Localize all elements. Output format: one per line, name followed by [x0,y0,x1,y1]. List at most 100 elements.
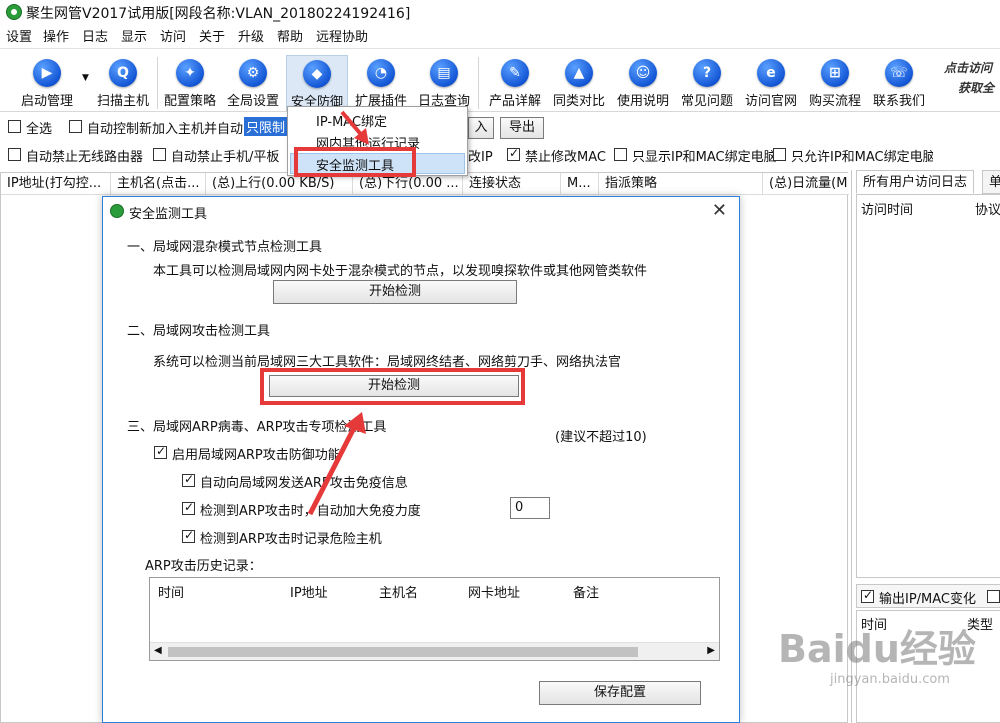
scroll-left-icon[interactable]: ◀ [154,645,162,656]
col-access-time[interactable]: 访问时间 [861,199,913,218]
tab-single[interactable]: 单 [982,170,1000,194]
extensions-button[interactable]: ◔ 扩展插件 [350,55,412,111]
promisc-detect-button[interactable]: 开始检测 [273,280,517,304]
bottom-options: 输出IP/MAC变化 [856,584,1000,608]
col-mac[interactable]: M... [561,173,599,195]
global-settings-button[interactable]: ⚙ 全局设置 [223,55,283,111]
log-query-button[interactable]: ▤ 日志查询 [414,55,474,111]
start-manage-button[interactable]: ▶ 启动管理 [12,55,82,111]
config-policy-label: 配置策略 [163,94,216,109]
col-daily-traffic[interactable]: (总)日流量(M [763,173,849,195]
col-policy[interactable]: 指派策略 [599,173,763,195]
output-ip-mac-checkbox[interactable] [861,588,874,603]
purchase-label: 购买流程 [808,94,861,109]
security-defense-button[interactable]: ◆ 安全防御 [286,55,348,111]
host-list-header: IP地址(打勾控... 主机名(点击... (总)上行(0.00 KB/S) (… [1,173,849,195]
col-protocol[interactable]: 协议 [975,199,1000,218]
global-settings-label: 全局设置 [226,94,279,109]
product-details-label: 产品详解 [488,94,541,109]
menu-operations[interactable]: 操作 [43,26,69,45]
record-host-checkbox[interactable] [182,528,195,543]
menu-settings[interactable]: 设置 [6,26,32,45]
scan-hosts-button[interactable]: Q 扫描主机 [92,55,154,111]
col-hostname[interactable]: 主机名(点击... [111,173,206,195]
access-log-list[interactable]: 访问时间 协议 [856,194,1000,578]
toolbar-divider [157,57,158,109]
contact-label: 联系我们 [872,94,925,109]
menu-remote-assist[interactable]: 远程协助 [316,26,368,45]
purchase-button[interactable]: ⊞ 购买流程 [804,55,866,111]
tab-all-access-log[interactable]: 所有用户访问日志 [856,170,975,194]
boost-value-input[interactable]: 0 [510,497,550,519]
history-label: ARP攻击历史记录： [145,559,262,574]
record-host-label: 检测到ARP攻击时记录危险主机 [200,532,382,547]
col-history-time[interactable]: 时间 [158,582,184,601]
browser-icon: e [757,59,785,87]
window-title: 聚生网管V2017试用版[网段名称:VLAN_20180224192416] [26,6,411,22]
enable-arp-defense-checkbox[interactable] [154,444,167,459]
dialog-app-icon [110,204,124,218]
product-details-button[interactable]: ✎ 产品详解 [484,55,546,111]
pen-icon: ✎ [501,59,529,87]
shield-icon: ◆ [303,60,331,88]
allow-bound-checkbox[interactable] [773,148,786,161]
menu-bar: 设置 操作 日志 显示 访问 关于 升级 帮助 远程协助 [0,24,1000,46]
export-button[interactable]: 导出 [500,117,544,139]
col-history-note[interactable]: 备注 [573,582,599,601]
show-bound-checkbox[interactable] [614,148,627,161]
red-arrow-menu [340,110,369,145]
menu-access[interactable]: 访问 [160,26,186,45]
contact-button[interactable]: ☏ 联系我们 [868,55,930,111]
limit-select[interactable]: 只限制 [244,117,288,136]
scan-hosts-label: 扫描主机 [96,94,149,109]
scroll-thumb[interactable] [168,647,638,657]
history-scrollbar[interactable]: ◀ ▶ [150,642,719,660]
menu-help[interactable]: 帮助 [277,26,303,45]
col-ip[interactable]: IP地址(打勾控... [1,173,111,195]
phone-icon: ☏ [885,59,913,87]
watermark-url: jingyan.baidu.com [830,672,950,687]
menu-log[interactable]: 日志 [82,26,108,45]
auto-control-label: 自动控制新加入主机并自动 [87,122,244,137]
dialog-title: 安全监测工具 [129,207,208,222]
extra-option-checkbox[interactable] [987,590,1000,603]
promo-banner[interactable]: 点击访问 获取全 [944,58,1000,106]
close-icon[interactable]: ✕ [712,200,727,221]
auto-boost-checkbox[interactable] [182,500,195,515]
graduation-cap-icon: ▲ [565,59,593,87]
policy-icon: ✦ [176,59,204,87]
block-mac-label: 禁止修改MAC [525,150,606,165]
menu-upgrade[interactable]: 升级 [238,26,264,45]
menu-display[interactable]: 显示 [121,26,147,45]
auto-control-checkbox[interactable] [69,120,82,133]
faq-button[interactable]: ? 常见问题 [676,55,738,111]
col-history-hostname[interactable]: 主机名 [379,582,418,601]
compare-button[interactable]: ▲ 同类对比 [548,55,610,111]
block-mac-checkbox[interactable] [507,146,520,161]
menu-about[interactable]: 关于 [199,26,225,45]
import-button[interactable]: 入 [468,117,494,139]
play-icon: ▶ [33,59,61,87]
security-monitor-dialog: 安全监测工具 ✕ 一、局域网混杂模式节点检测工具 本工具可以检测局域网内网卡处于… [102,196,740,723]
dropdown-arrow-icon[interactable]: ▼ [82,73,89,83]
col-history-ip[interactable]: IP地址 [290,582,328,601]
start-manage-label: 启动管理 [20,94,73,109]
baidu-watermark: Baidu经验 jingyan.baidu.com [760,610,1000,723]
scroll-right-icon[interactable]: ▶ [707,645,715,656]
instructions-button[interactable]: ☺ 使用说明 [612,55,674,111]
save-config-button[interactable]: 保存配置 [539,681,701,705]
block-change-ip-label: 改IP [468,150,493,165]
block-router-checkbox[interactable] [8,148,21,161]
col-connection[interactable]: 连接状态 [463,173,561,195]
block-phone-checkbox[interactable] [153,148,166,161]
allow-bound-label: 只允许IP和MAC绑定电脑 [791,150,933,165]
instructions-label: 使用说明 [616,94,669,109]
col-history-mac[interactable]: 网卡地址 [468,582,520,601]
official-site-button[interactable]: e 访问官网 [740,55,802,111]
config-policy-button[interactable]: ✦ 配置策略 [160,55,220,111]
section3-note: (建议不超过10) [555,430,647,445]
red-arrow-button [307,412,366,516]
select-all-checkbox[interactable] [8,120,21,133]
arp-history-table[interactable]: 时间 IP地址 主机名 网卡地址 备注 ◀ ▶ [149,577,720,661]
auto-send-immunity-checkbox[interactable] [182,472,195,487]
